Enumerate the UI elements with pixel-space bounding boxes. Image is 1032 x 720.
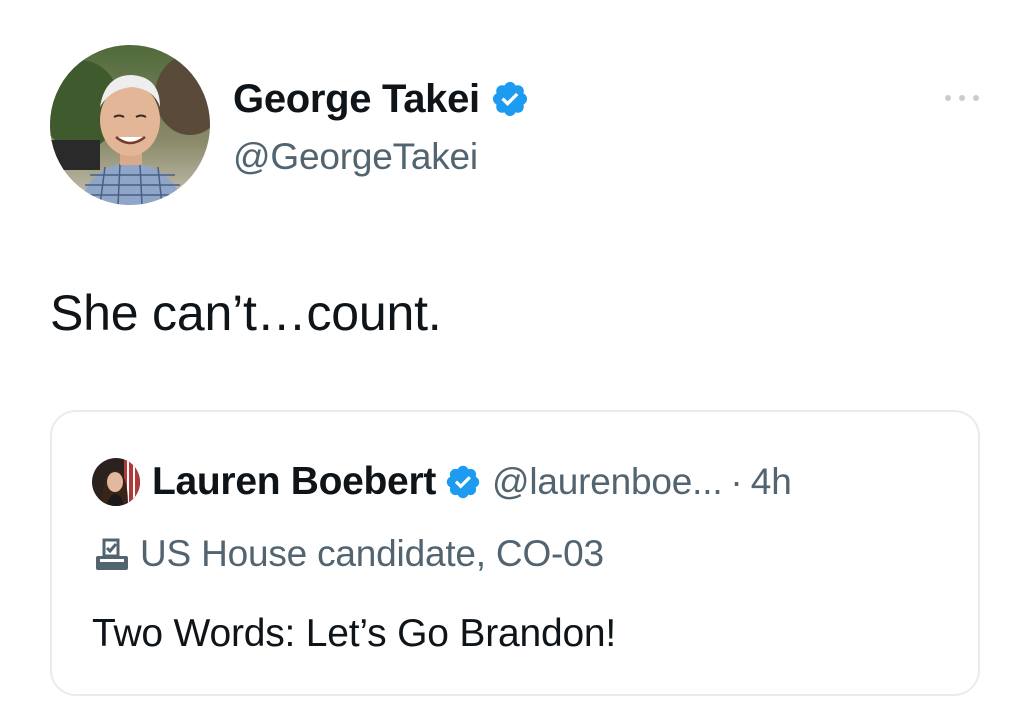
quoted-author-label-row: US House candidate, CO-03 <box>92 530 604 578</box>
avatar-photo-icon <box>50 45 210 205</box>
quoted-author-display-name[interactable]: Lauren Boebert <box>152 460 436 504</box>
author-display-name[interactable]: George Takei <box>233 77 480 122</box>
tweet-text: She can’t…count. <box>50 285 442 341</box>
ballot-box-icon <box>96 538 128 570</box>
quoted-tweet-card[interactable]: Lauren Boebert @laurenboe... · 4h US Hou… <box>50 410 980 696</box>
quoted-author-row: Lauren Boebert @laurenboe... · 4h <box>92 456 792 508</box>
author-avatar[interactable] <box>50 45 210 205</box>
tweet-page: George Takei @GeorgeTakei She can’t…coun… <box>0 0 1032 720</box>
quoted-tweet-text: Two Words: Let’s Go Brandon! <box>92 612 617 655</box>
quoted-author-avatar[interactable] <box>92 458 140 506</box>
quoted-verified-badge-icon <box>446 465 480 499</box>
verified-badge-icon <box>492 81 527 117</box>
author-name-row: George Takei <box>233 74 530 124</box>
separator-dot: · <box>730 461 743 502</box>
author-handle[interactable]: @GeorgeTakei <box>233 136 478 178</box>
ellipsis-icon[interactable] <box>942 92 982 104</box>
quoted-avatar-photo-icon <box>92 458 140 506</box>
quoted-author-handle[interactable]: @laurenboe... <box>492 461 723 503</box>
quoted-timestamp[interactable]: 4h <box>751 461 792 503</box>
quoted-author-label: US House candidate, CO-03 <box>140 533 604 574</box>
